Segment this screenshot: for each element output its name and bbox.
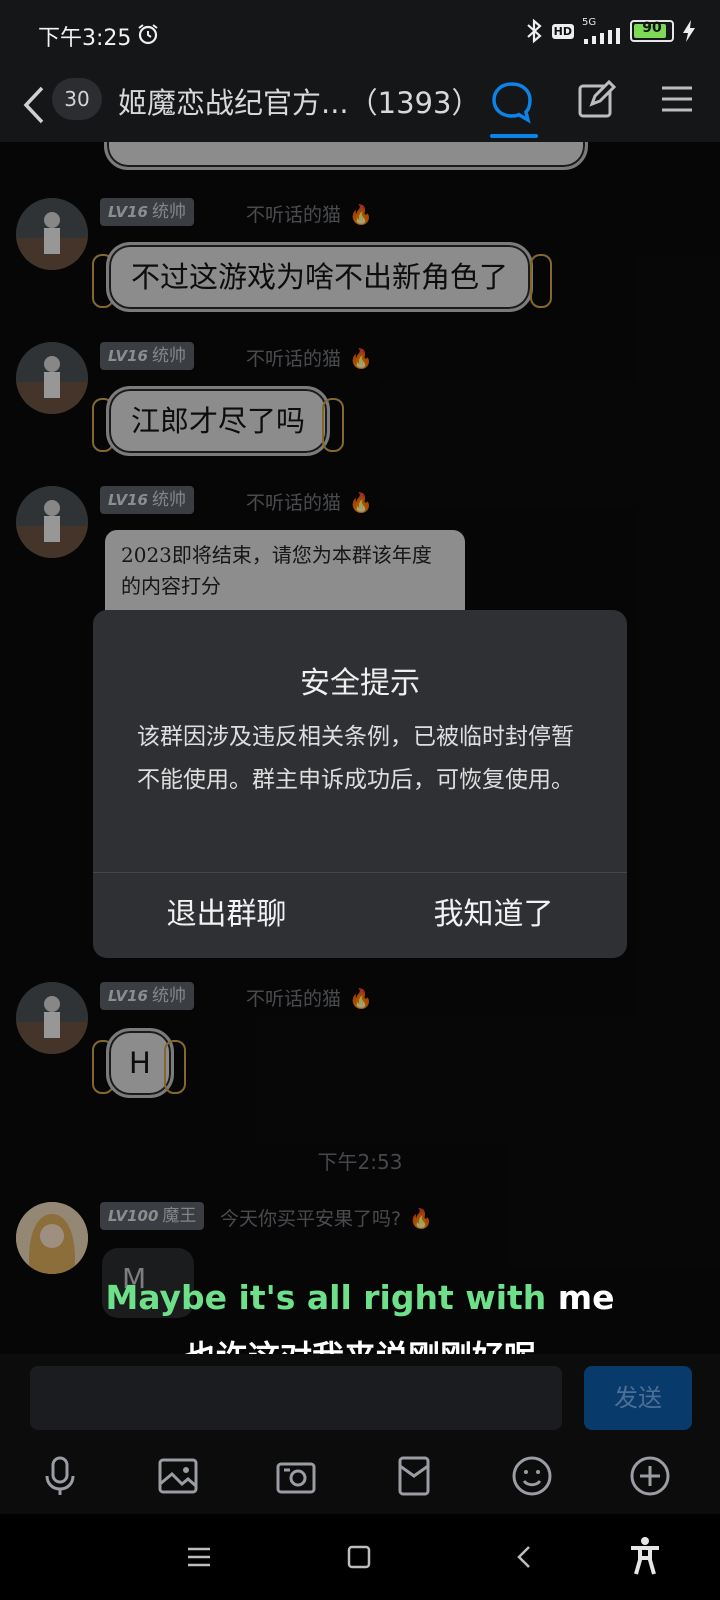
charging-icon <box>683 20 695 42</box>
chat-header: 30 姬魔恋战纪官方...（1393） <box>0 70 720 142</box>
hd-badge: HD <box>551 23 574 39</box>
emoji-icon[interactable] <box>510 1454 554 1498</box>
exit-group-button[interactable]: 退出群聊 <box>93 872 360 958</box>
signal-icon <box>584 28 620 44</box>
home-icon[interactable] <box>344 1542 374 1572</box>
plus-icon[interactable] <box>628 1454 672 1498</box>
back-nav-icon[interactable] <box>510 1542 540 1572</box>
security-alert-dialog: 安全提示 该群因涉及违反相关条例，已被临时封停暂不能使用。群主申诉成功后，可恢复… <box>93 610 627 958</box>
active-tab-indicator <box>490 134 538 138</box>
composer: 发送 <box>0 1354 720 1440</box>
bluetooth-icon <box>526 18 542 44</box>
group-title[interactable]: 姬魔恋战纪官方...（1393） <box>118 80 478 122</box>
subtitle-rest: me <box>546 1278 615 1317</box>
network-label: 5G <box>582 17 597 28</box>
back-icon[interactable] <box>20 82 50 128</box>
status-bar: 下午3:25 HD 5G 90 <box>0 0 720 70</box>
chat-bubble-icon[interactable] <box>490 80 534 124</box>
status-time: 下午3:25 <box>38 26 132 51</box>
battery-level: 90 <box>642 20 662 36</box>
edit-icon[interactable] <box>576 80 616 120</box>
subtitle-highlight: Maybe it's all right with <box>105 1278 547 1317</box>
menu-icon[interactable] <box>660 82 694 116</box>
camera-icon[interactable] <box>274 1454 318 1498</box>
acknowledge-button[interactable]: 我知道了 <box>360 872 627 958</box>
microphone-icon[interactable] <box>38 1454 82 1498</box>
network-type: 5G <box>582 18 622 44</box>
status-icons: HD 5G 90 <box>524 18 696 44</box>
unread-count-badge[interactable]: 30 <box>52 78 102 120</box>
subtitle-english: Maybe it's all right with me <box>0 1278 720 1317</box>
message-input[interactable] <box>30 1366 562 1430</box>
recents-icon[interactable] <box>184 1542 214 1572</box>
image-icon[interactable] <box>156 1454 200 1498</box>
dialog-message: 该群因涉及违反相关条例，已被临时封停暂不能使用。群主申诉成功后，可恢复使用。 <box>137 724 574 793</box>
battery-icon: 90 <box>630 20 674 42</box>
send-button[interactable]: 发送 <box>584 1366 692 1430</box>
accessibility-icon[interactable] <box>628 1536 662 1576</box>
dialog-title: 安全提示 <box>300 666 420 701</box>
system-nav-bar <box>0 1514 720 1600</box>
alarm-icon <box>138 24 158 45</box>
input-toolbar <box>0 1440 720 1514</box>
red-packet-icon[interactable] <box>392 1454 436 1498</box>
